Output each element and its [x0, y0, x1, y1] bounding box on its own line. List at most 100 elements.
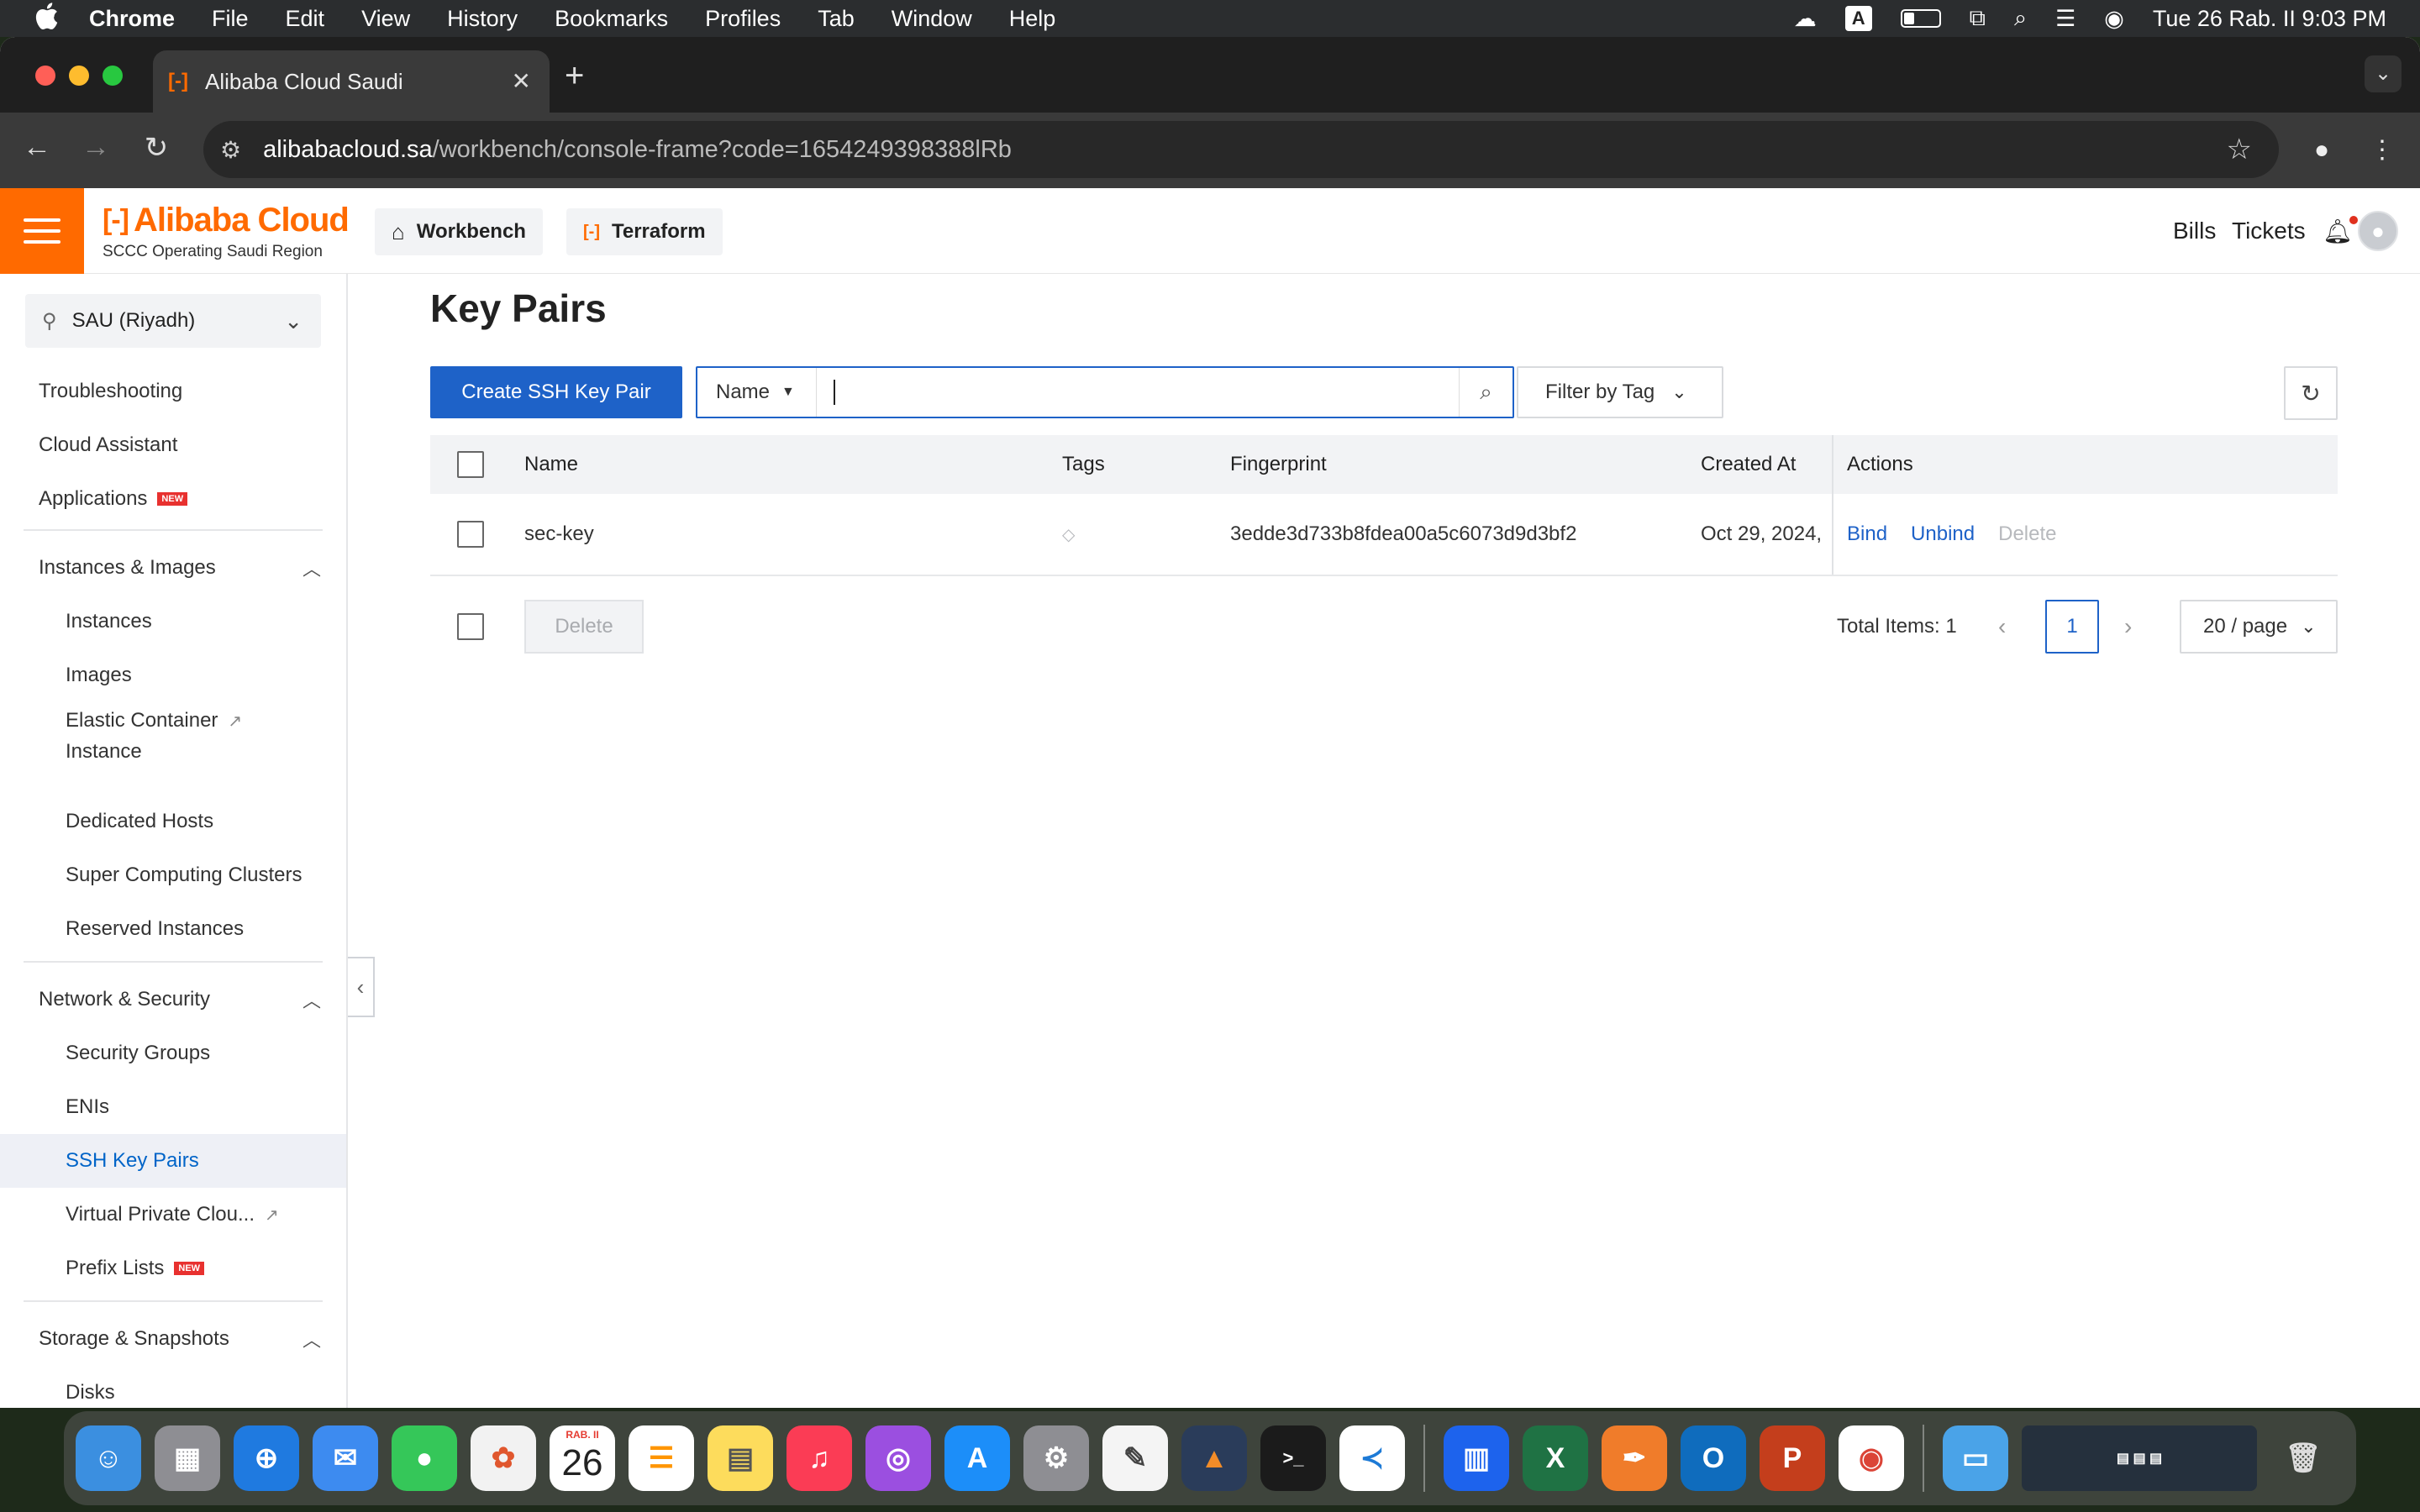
control-center-icon[interactable]: ☰ [2055, 6, 2075, 32]
menu-edit[interactable]: Edit [286, 6, 325, 32]
spotlight-search-icon[interactable]: ⌕ [2014, 5, 2027, 32]
system-settings-icon[interactable]: ⚙ [1023, 1425, 1089, 1491]
reload-icon[interactable]: ↻ [138, 131, 175, 165]
terminal-icon[interactable]: >_ [1260, 1425, 1326, 1491]
bind-link[interactable]: Bind [1847, 522, 1887, 546]
page-size-select[interactable]: 20 / page ⌄ [2180, 600, 2338, 654]
safari-icon[interactable]: ⊕ [234, 1425, 299, 1491]
region-selector[interactable]: ⚲ SAU (Riyadh) ⌄ [25, 294, 321, 348]
filter-by-tag-dropdown[interactable]: Filter by Tag ⌄ [1517, 366, 1723, 418]
sidebar-item-reserved-instances[interactable]: Reserved Instances [0, 902, 346, 956]
bills-link[interactable]: Bills [2173, 188, 2216, 274]
create-ssh-key-pair-button[interactable]: Create SSH Key Pair [430, 366, 682, 418]
current-page-button[interactable]: 1 [2045, 600, 2099, 654]
hamburger-menu-icon[interactable] [0, 188, 84, 274]
column-header-created-at[interactable]: Created At [1701, 435, 1796, 494]
notes-icon[interactable]: ▤ [708, 1425, 773, 1491]
screen-mirroring-icon[interactable]: ⧉ [1970, 5, 1986, 32]
terraform-button[interactable]: [-] Terraform [566, 208, 723, 255]
tickets-link[interactable]: Tickets [2232, 188, 2306, 274]
pages-icon[interactable]: ✒ [1602, 1425, 1667, 1491]
app-store-icon[interactable]: A [944, 1425, 1010, 1491]
menu-profiles[interactable]: Profiles [705, 6, 781, 32]
alibaba-cloud-logo[interactable]: [-] Alibaba Cloud SCCC Operating Saudi Re… [103, 202, 350, 261]
sidebar-item-super-computing-clusters[interactable]: Super Computing Clusters [0, 848, 346, 902]
previous-page-icon[interactable]: ‹ [1998, 600, 2006, 654]
sidebar-group-storage-snapshots[interactable]: Storage & Snapshots ︿ [0, 1312, 346, 1366]
menu-chrome[interactable]: Chrome [89, 6, 175, 32]
column-header-name[interactable]: Name [524, 435, 578, 494]
messages-icon[interactable]: ● [392, 1425, 457, 1491]
unbind-link[interactable]: Unbind [1911, 522, 1975, 546]
address-bar[interactable]: ⚙ alibabacloud.sa/workbench/console-fram… [203, 121, 2279, 178]
finder-icon[interactable]: ☺ [76, 1425, 141, 1491]
input-source-indicator[interactable]: A [1844, 6, 1872, 31]
mail-icon[interactable]: ✉ [313, 1425, 378, 1491]
apple-menu-icon[interactable] [34, 2, 64, 36]
tab-search-chevron-icon[interactable]: ⌄ [2365, 55, 2402, 92]
bookmark-star-icon[interactable]: ☆ [2227, 133, 2252, 166]
sidebar-group-network-security[interactable]: Network & Security ︿ [0, 973, 346, 1026]
new-tab-plus-icon[interactable]: + [565, 59, 584, 92]
chrome-icon[interactable]: ◉ [1839, 1425, 1904, 1491]
podcasts-icon[interactable]: ◎ [865, 1425, 931, 1491]
sidebar-item-ssh-key-pairs[interactable]: SSH Key Pairs [0, 1134, 346, 1188]
reminders-icon[interactable]: ☰ [629, 1425, 694, 1491]
sidebar-item-applications[interactable]: Applications NEW [0, 472, 346, 526]
footer-select-all-checkbox[interactable] [457, 613, 484, 640]
profile-icon[interactable]: ● [2301, 129, 2343, 171]
window-minimize-button[interactable] [69, 66, 89, 86]
row-checkbox[interactable] [457, 521, 484, 548]
notifications-button[interactable]: 🔔︎ [2323, 188, 2358, 274]
battery-icon[interactable] [1900, 9, 1941, 28]
menu-bar-clock[interactable]: Tue 26 Rab. II 9:03 PM [2153, 6, 2386, 32]
sidebar-item-vpc[interactable]: Virtual Private Clou... ↗ [0, 1188, 346, 1242]
downloads-folder-icon[interactable]: ▭ [1943, 1425, 2008, 1491]
trash-icon[interactable]: 🗑︎ [2270, 1425, 2336, 1491]
window-zoom-button[interactable] [103, 66, 123, 86]
sidebar-item-cloud-assistant[interactable]: Cloud Assistant [0, 418, 346, 472]
excel-icon[interactable]: X [1523, 1425, 1588, 1491]
menu-bookmarks[interactable]: Bookmarks [555, 6, 668, 32]
sidebar-item-security-groups[interactable]: Security Groups [0, 1026, 346, 1080]
music-icon[interactable]: ♫ [786, 1425, 852, 1491]
menu-help[interactable]: Help [1009, 6, 1056, 32]
sidebar-item-troubleshooting[interactable]: Troubleshooting [0, 365, 346, 418]
next-page-icon[interactable]: › [2124, 600, 2132, 654]
tab-close-icon[interactable]: ✕ [512, 67, 531, 95]
sidebar-item-disks[interactable]: Disks [0, 1366, 346, 1408]
photos-icon[interactable]: ✿ [471, 1425, 536, 1491]
workbench-button[interactable]: ⌂ Workbench [375, 208, 543, 255]
site-info-icon[interactable]: ⚙ [220, 136, 241, 164]
minimized-windows[interactable]: ▤ ▤ ▤ [2022, 1425, 2257, 1491]
sidebar-item-enis[interactable]: ENIs [0, 1080, 346, 1134]
weather-icon[interactable]: ☁ [1794, 6, 1817, 32]
search-input[interactable] [834, 380, 835, 405]
search-field-select[interactable]: Name ▼ [697, 368, 817, 417]
sidebar-item-instances[interactable]: Instances [0, 595, 346, 648]
sidebar-group-instances-images[interactable]: Instances & Images ︿ [0, 541, 346, 595]
row-tags[interactable]: ◇ [1062, 494, 1075, 575]
sidebar-item-prefix-lists[interactable]: Prefix Lists NEW [0, 1242, 346, 1295]
outlook-icon[interactable]: O [1681, 1425, 1746, 1491]
sidebar-item-images[interactable]: Images [0, 648, 346, 702]
sidebar-item-dedicated-hosts[interactable]: Dedicated Hosts [0, 795, 346, 848]
chrome-menu-icon[interactable]: ⋮ [2361, 129, 2403, 171]
menu-window[interactable]: Window [892, 6, 972, 32]
menu-file[interactable]: File [212, 6, 249, 32]
vscode-icon[interactable]: ≺ [1339, 1425, 1405, 1491]
siri-icon[interactable]: ◉ [2104, 6, 2124, 32]
refresh-button[interactable]: ↻ [2284, 366, 2338, 420]
textedit-icon[interactable]: ✎ [1102, 1425, 1168, 1491]
launchpad-icon[interactable]: ▦ [155, 1425, 220, 1491]
browser-tab-active[interactable]: [-] Alibaba Cloud Saudi ✕ [153, 50, 550, 113]
powerpoint-icon[interactable]: P [1760, 1425, 1825, 1491]
sidebar-item-elastic-container-instance[interactable]: Elastic Container ↗ Instance [0, 699, 346, 766]
back-arrow-icon[interactable]: ← [18, 131, 55, 164]
menu-tab[interactable]: Tab [818, 6, 855, 32]
window-close-button[interactable] [35, 66, 55, 86]
forward-arrow-icon[interactable]: → [77, 131, 114, 164]
menu-history[interactable]: History [447, 6, 518, 32]
select-all-checkbox[interactable] [457, 451, 484, 478]
docker-icon[interactable]: ▥ [1444, 1425, 1509, 1491]
